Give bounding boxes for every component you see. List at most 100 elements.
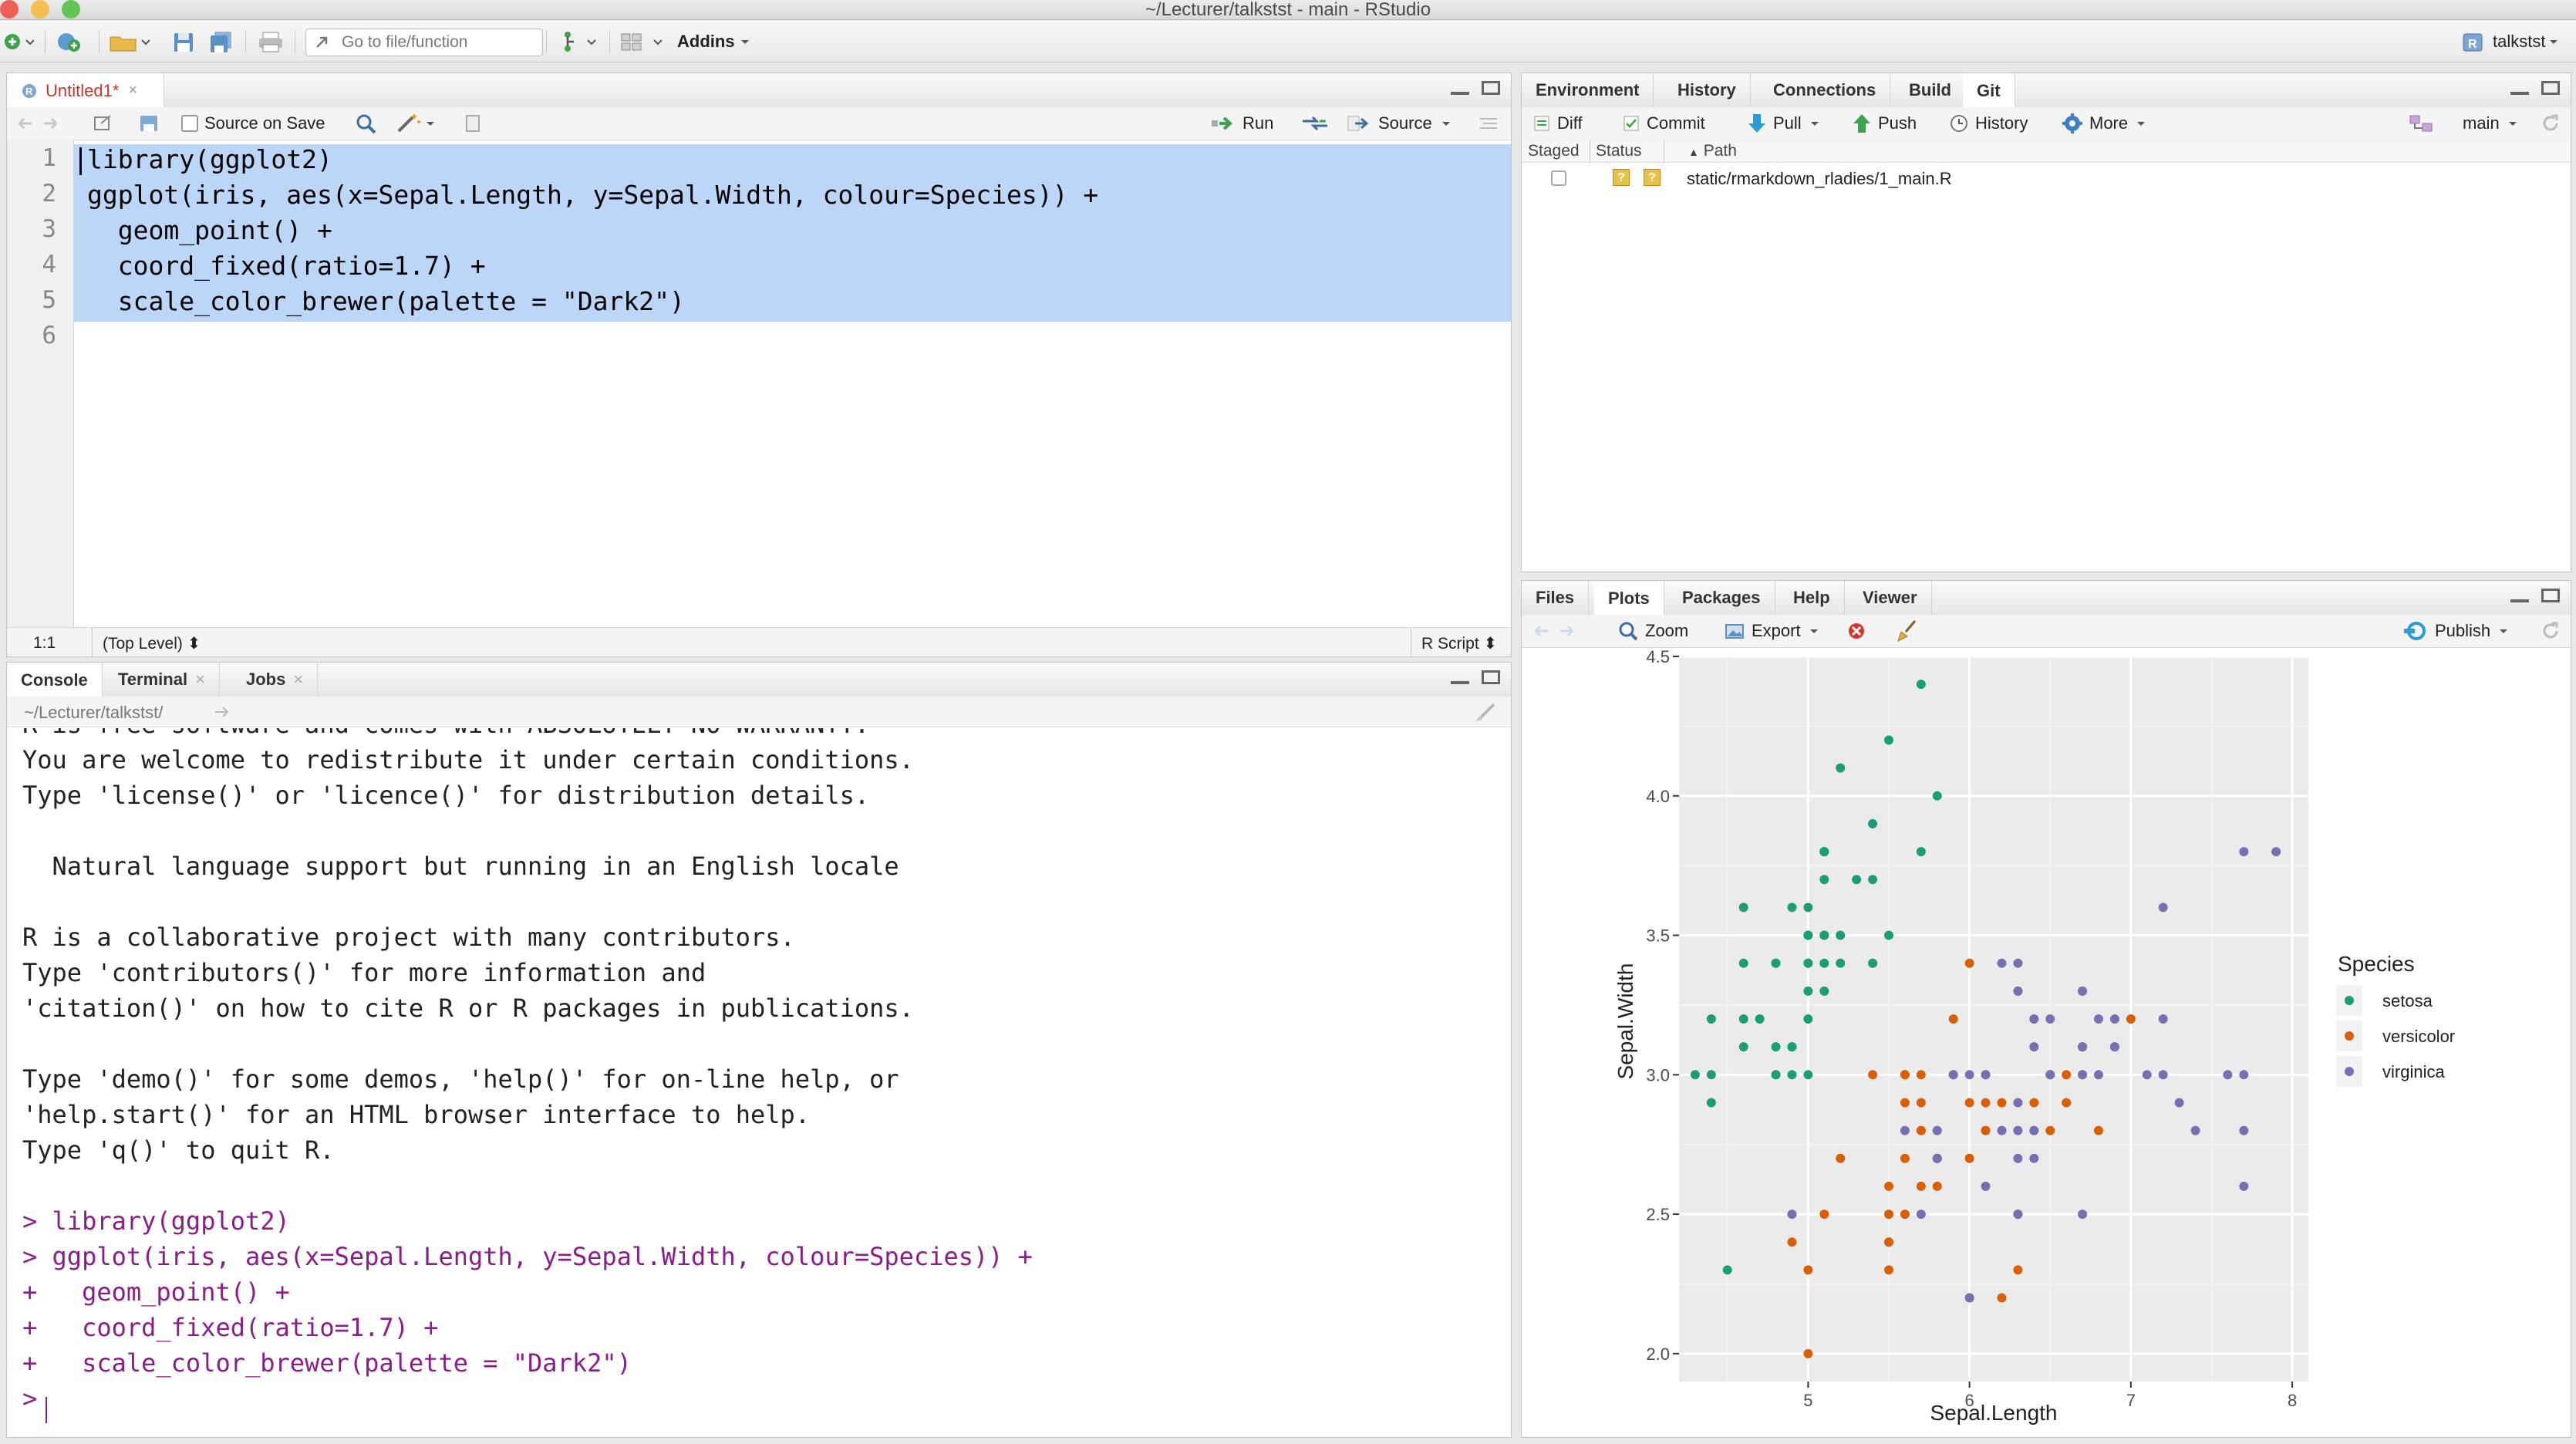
tab-connections[interactable]: Connections (1759, 73, 1891, 107)
file-type-selector[interactable]: R Script ⬍ (1421, 634, 1497, 653)
save-all-button[interactable] (208, 21, 236, 62)
show-in-window-button[interactable] (92, 107, 113, 140)
branch-selector[interactable]: main (2463, 107, 2521, 140)
code-line[interactable]: coord_fixed(ratio=1.7) + (87, 251, 486, 281)
plot-back-forward-buttons[interactable] (1532, 615, 1580, 647)
code-tools-button[interactable] (396, 107, 439, 140)
compile-report-button[interactable] (464, 107, 482, 140)
data-point-versicolor (1964, 1098, 1974, 1108)
tab-environment[interactable]: Environment (1522, 73, 1654, 107)
source-on-save-checkbox[interactable]: Source on Save (181, 107, 325, 140)
stage-checkbox[interactable] (1551, 170, 1566, 186)
tab-history[interactable]: History (1664, 73, 1751, 107)
run-button[interactable]: Run (1210, 107, 1273, 140)
minimize-pane-icon[interactable] (2510, 81, 2529, 95)
plots-pane-window-controls (2510, 589, 2560, 602)
rerun-button[interactable] (1300, 107, 1330, 140)
plot-refresh-button[interactable] (2540, 615, 2561, 647)
column-status[interactable]: Status (1596, 142, 1642, 160)
scope-indicator[interactable]: (Top Level) ⬍ (103, 634, 201, 653)
open-file-button[interactable] (108, 21, 154, 62)
code-line[interactable]: ggplot(iris, aes(x=Sepal.Length, y=Sepal… (87, 180, 1098, 210)
git-history-button[interactable]: History (1949, 107, 2028, 140)
project-menu[interactable]: R talkstst (2460, 21, 2564, 62)
git-diff-button[interactable]: Diff (1532, 107, 1583, 140)
minimize-pane-icon[interactable] (2510, 589, 2529, 602)
checkbox-icon[interactable] (181, 115, 198, 132)
git-refresh-button[interactable] (2540, 107, 2561, 140)
vcs-button[interactable] (558, 21, 602, 62)
close-tab-icon[interactable]: × (128, 82, 137, 100)
tab-build[interactable]: Build (1895, 73, 1966, 107)
clear-console-icon[interactable] (1474, 701, 1499, 723)
minimize-pane-icon[interactable] (1451, 81, 1469, 95)
tab-jobs[interactable]: Jobs × (232, 663, 319, 697)
code-line[interactable]: scale_color_brewer(palette = "Dark2") (87, 286, 685, 316)
close-tab-icon[interactable]: × (195, 670, 205, 690)
git-pull-button[interactable]: Pull (1747, 107, 1823, 140)
export-menu[interactable]: Export (1724, 615, 1822, 647)
data-point-virginica (1932, 1153, 1942, 1163)
maximize-pane-icon[interactable] (2541, 81, 2560, 95)
console-output[interactable]: R is free software and comes with ABSOLU… (7, 728, 1511, 1437)
console-line: + coord_fixed(ratio=1.7) + (22, 1313, 439, 1342)
data-point-virginica (2190, 1125, 2200, 1135)
pane-layout-button[interactable] (620, 21, 666, 62)
tab-git[interactable]: Git (1963, 73, 2015, 108)
search-icon (356, 114, 376, 134)
tab-plots[interactable]: Plots (1594, 581, 1664, 616)
chevron-down-icon (1441, 122, 1450, 126)
data-point-setosa (1771, 1070, 1781, 1080)
addins-menu[interactable]: Addins (677, 21, 755, 62)
data-point-versicolor (1981, 1098, 1991, 1108)
console-line: 'citation()' on how to cite R or R packa… (22, 994, 914, 1023)
y-tick-label: 3.5 (1646, 926, 1670, 946)
tab-packages[interactable]: Packages (1668, 581, 1775, 615)
print-button[interactable] (258, 21, 284, 62)
tab-untitled1[interactable]: R Untitled1* × (7, 73, 164, 108)
tab-terminal[interactable]: Terminal × (104, 663, 220, 697)
zoom-button[interactable]: Zoom (1617, 615, 1688, 647)
save-button[interactable] (171, 21, 196, 62)
line-number: 2 (42, 180, 56, 207)
editor-save-button[interactable] (138, 107, 160, 140)
goto-file-function-input[interactable]: Go to file/function (305, 29, 543, 56)
outline-button[interactable] (1477, 107, 1500, 140)
back-forward-buttons[interactable] (16, 107, 62, 140)
working-directory[interactable]: ~/Lecturer/talkstst/ (24, 703, 163, 723)
tab-label: Help (1793, 588, 1830, 607)
column-path[interactable]: ▲ Path (1688, 142, 1737, 160)
source-tabstrip: R Untitled1* × (7, 73, 1511, 108)
pull-label: Pull (1773, 113, 1802, 133)
close-tab-icon[interactable]: × (293, 670, 303, 690)
new-file-button[interactable] (3, 21, 34, 62)
tab-console[interactable]: Console (7, 663, 103, 697)
r-project-icon: R (2463, 33, 2483, 52)
new-branch-button[interactable] (2409, 107, 2435, 140)
data-point-versicolor (1932, 1181, 1942, 1191)
find-replace-button[interactable] (354, 107, 380, 140)
goto-directory-icon[interactable] (214, 706, 232, 718)
code-line[interactable]: geom_point() + (87, 215, 332, 245)
minimize-pane-icon[interactable] (1451, 670, 1469, 684)
tab-files[interactable]: Files (1522, 581, 1590, 615)
tab-help[interactable]: Help (1779, 581, 1845, 615)
data-point-virginica (1964, 1293, 1974, 1303)
tab-viewer[interactable]: Viewer (1849, 581, 1932, 615)
git-push-button[interactable]: Push (1852, 107, 1917, 140)
git-more-button[interactable]: More (2062, 107, 2149, 140)
clear-plots-button[interactable] (1895, 615, 1918, 647)
data-point-setosa (1738, 902, 1748, 913)
maximize-pane-icon[interactable] (2541, 589, 2560, 602)
new-project-button[interactable] (56, 21, 91, 62)
source-script-button[interactable]: Source (1346, 107, 1455, 140)
publish-button[interactable]: Publish (2404, 615, 2512, 647)
table-row[interactable]: ? ? static/rmarkdown_rladies/1_main.R (1522, 164, 2571, 192)
maximize-pane-icon[interactable] (1482, 670, 1500, 684)
data-point-setosa (1836, 930, 1846, 940)
column-staged[interactable]: Staged (1528, 142, 1580, 160)
remove-plot-button[interactable] (1846, 615, 1867, 647)
git-commit-button[interactable]: Commit (1622, 107, 1705, 140)
code-line[interactable]: library(ggplot2) (87, 144, 332, 174)
maximize-pane-icon[interactable] (1482, 81, 1500, 95)
